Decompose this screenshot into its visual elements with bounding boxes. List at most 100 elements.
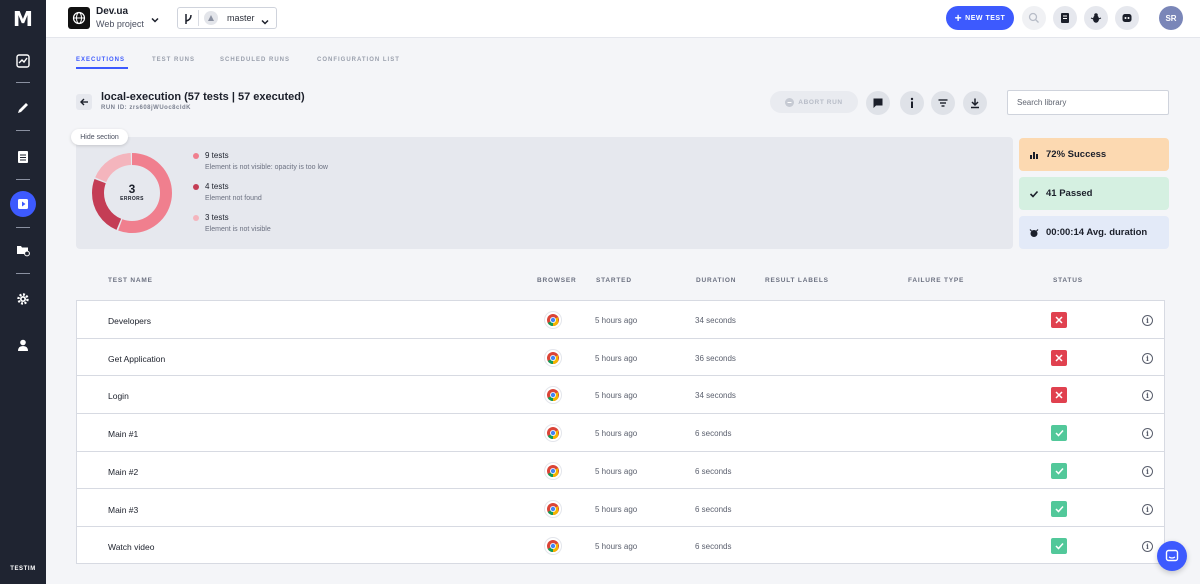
info-icon[interactable]: i: [1142, 541, 1153, 553]
branch-icon: [183, 12, 193, 30]
search-library-input[interactable]: [1007, 90, 1169, 115]
donut-error-label: ERRORS: [120, 196, 144, 202]
new-test-button[interactable]: + NEW TEST: [946, 6, 1014, 30]
tab-test-runs[interactable]: TEST RUNS: [152, 57, 195, 63]
table-row[interactable]: Developers 5 hours ago 34 seconds i: [77, 301, 1164, 339]
header-browser[interactable]: BROWSER: [537, 277, 577, 284]
dashboard-icon[interactable]: [12, 50, 34, 72]
folder-settings-icon[interactable]: [12, 239, 34, 261]
new-test-label: NEW TEST: [965, 14, 1006, 22]
table-row[interactable]: Main #2 5 hours ago 6 seconds i: [77, 452, 1164, 490]
started-time: 5 hours ago: [595, 391, 638, 401]
stop-icon: [785, 97, 795, 107]
tab-configuration-list[interactable]: CONFIGURATION LIST: [317, 57, 400, 63]
notes-icon[interactable]: [1053, 6, 1077, 30]
gear-icon[interactable]: [12, 288, 34, 310]
bar-chart-icon: [1030, 151, 1038, 159]
legend-count[interactable]: 4 tests: [205, 182, 229, 191]
table-row[interactable]: Main #1 5 hours ago 6 seconds i: [77, 414, 1164, 452]
test-name[interactable]: Watch video: [108, 542, 154, 552]
tab-scheduled-runs[interactable]: SCHEDULED RUNS: [220, 57, 290, 63]
bug-icon[interactable]: [1084, 6, 1108, 30]
table-row[interactable]: Watch video 5 hours ago 6 seconds i: [77, 527, 1164, 565]
avg-duration-card: 00:00:14 Avg. duration: [1019, 216, 1169, 249]
test-name[interactable]: Login: [108, 391, 129, 401]
duration: 34 seconds: [695, 391, 736, 401]
branch-divider: [198, 10, 199, 26]
chrome-icon: [544, 537, 562, 556]
chevron-down-icon: [260, 14, 270, 32]
runs-icon[interactable]: [10, 191, 36, 217]
plus-icon: +: [954, 11, 963, 25]
passed-status-icon: [1051, 462, 1067, 479]
header-started[interactable]: STARTED: [596, 277, 632, 284]
project-name[interactable]: Dev.ua: [96, 6, 128, 17]
edit-icon[interactable]: [12, 97, 34, 119]
active-tab-indicator: [76, 67, 128, 69]
test-name[interactable]: Developers: [108, 316, 151, 326]
branch-name: master: [227, 13, 255, 23]
header-failure-type[interactable]: FAILURE TYPE: [908, 277, 964, 284]
run-id: RUN ID: zrs608jWUoc8cldK: [101, 105, 192, 111]
info-icon[interactable]: i: [1142, 503, 1153, 515]
info-icon[interactable]: i: [1142, 428, 1153, 440]
failed-status-icon: [1051, 349, 1067, 366]
test-name[interactable]: Main #3: [108, 505, 138, 515]
test-name[interactable]: Main #1: [108, 429, 138, 439]
filter-icon[interactable]: [931, 91, 955, 115]
chat-support-button[interactable]: [1157, 541, 1187, 571]
legend-dot: [193, 184, 199, 190]
test-name[interactable]: Main #2: [108, 467, 138, 477]
info-icon[interactable]: i: [1142, 315, 1153, 326]
passed-status-icon: [1051, 500, 1067, 517]
duration: 6 seconds: [695, 429, 732, 439]
table-row[interactable]: Get Application 5 hours ago 36 seconds i: [77, 339, 1164, 377]
started-time: 5 hours ago: [595, 504, 638, 514]
info-icon[interactable]: i: [1142, 390, 1153, 402]
header-duration[interactable]: DURATION: [696, 277, 736, 284]
test-name[interactable]: Get Application: [108, 354, 165, 364]
avg-duration: 00:00:14 Avg. duration: [1046, 227, 1148, 238]
duration: 34 seconds: [695, 316, 736, 325]
list-icon[interactable]: [12, 146, 34, 168]
project-type[interactable]: Web project: [96, 19, 144, 29]
run-title: local-execution (57 tests | 57 executed): [101, 91, 305, 103]
branch-selector[interactable]: master: [177, 7, 277, 29]
table-row[interactable]: Main #3 5 hours ago 6 seconds i: [77, 490, 1164, 528]
info-icon[interactable]: i: [1142, 352, 1153, 364]
header-test-name[interactable]: TEST NAME: [108, 277, 153, 284]
chrome-icon: [544, 499, 562, 518]
check-icon: [1029, 190, 1039, 198]
abort-run-button[interactable]: ABORT RUN: [770, 91, 858, 113]
legend-count[interactable]: 9 tests: [205, 151, 229, 160]
tab-executions[interactable]: EXECUTIONS: [76, 57, 125, 63]
info-button-icon[interactable]: [900, 91, 924, 115]
globe-icon[interactable]: [68, 7, 90, 29]
started-time: 5 hours ago: [595, 429, 638, 439]
started-time: 5 hours ago: [595, 542, 638, 552]
chevron-down-icon[interactable]: [150, 12, 160, 30]
user-icon[interactable]: [12, 334, 34, 356]
comment-icon[interactable]: [866, 91, 890, 115]
header-result-labels[interactable]: RESULT LABELS: [765, 277, 829, 284]
search-icon[interactable]: [1022, 6, 1046, 30]
brand-footer: TESTIM: [10, 566, 36, 572]
started-time: 5 hours ago: [595, 353, 638, 363]
download-icon[interactable]: [963, 91, 987, 115]
discord-icon[interactable]: [1115, 6, 1139, 30]
duration: 6 seconds: [695, 466, 732, 476]
user-avatar[interactable]: SR: [1159, 6, 1183, 30]
started-time: 5 hours ago: [595, 316, 638, 325]
back-button[interactable]: [76, 94, 92, 110]
legend-count[interactable]: 3 tests: [205, 213, 229, 222]
chrome-icon: [544, 424, 562, 443]
header-status[interactable]: STATUS: [1053, 277, 1083, 284]
info-icon[interactable]: i: [1142, 465, 1153, 477]
legend-description: Element not found: [205, 195, 262, 202]
passed-status-icon: [1051, 538, 1067, 555]
success-rate-card: 72% Success: [1019, 138, 1169, 171]
started-time: 5 hours ago: [595, 466, 638, 476]
hide-section-button[interactable]: Hide section: [71, 129, 128, 145]
logo[interactable]: M: [0, 0, 46, 38]
table-row[interactable]: Login 5 hours ago 34 seconds i: [77, 376, 1164, 415]
